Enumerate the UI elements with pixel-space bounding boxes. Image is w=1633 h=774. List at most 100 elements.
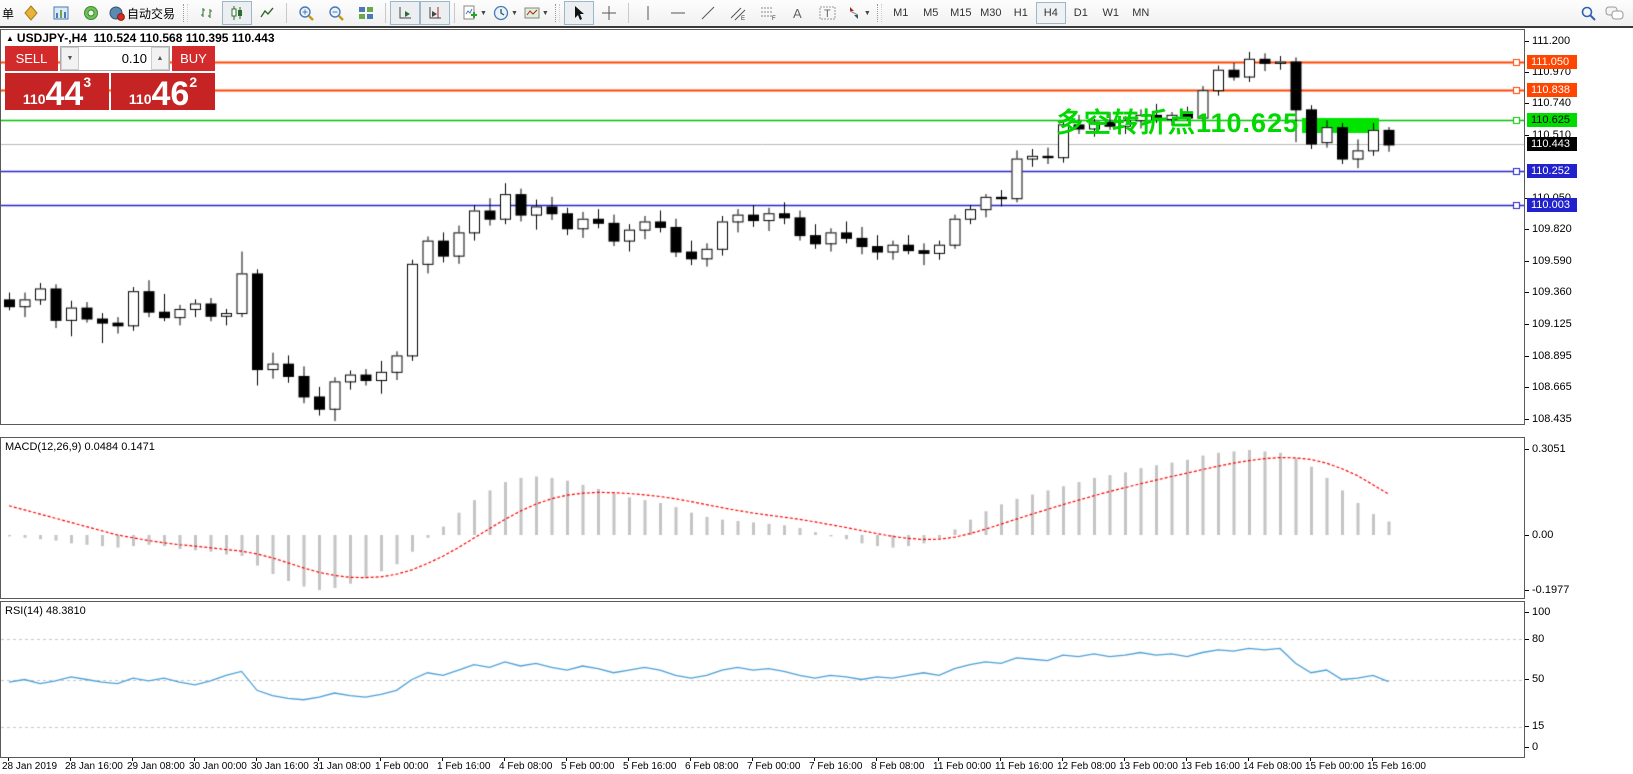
new-order-button[interactable] [16, 1, 46, 25]
dropdown-arrow-icon: ▼ [864, 10, 871, 17]
collapse-arrow-icon[interactable]: ▲ [6, 34, 14, 43]
macd-canvas[interactable] [1, 438, 1524, 598]
toolbar-grip [877, 4, 882, 22]
zoom-in-button[interactable] [291, 1, 321, 25]
time-axis-label: 14 Feb 08:00 [1243, 761, 1302, 772]
channel-icon: E [729, 5, 747, 21]
timeframe-d1[interactable]: D1 [1066, 2, 1096, 24]
dropdown-arrow-icon: ▼ [542, 10, 549, 17]
rsi-canvas[interactable] [1, 602, 1524, 757]
rsi-axis-tick [1525, 726, 1529, 727]
macd-axis-tick-label: 0.3051 [1532, 443, 1566, 455]
price-chart-canvas[interactable] [1, 30, 1524, 424]
buy-price-prefix: 110 [129, 91, 152, 107]
sound-button[interactable] [76, 1, 106, 25]
timeframe-m30[interactable]: M30 [976, 2, 1006, 24]
horizontal-line-button[interactable] [663, 1, 693, 25]
cursor-button[interactable] [564, 1, 594, 25]
toolbar: 单 自动交易 [0, 0, 1633, 28]
buy-price-button[interactable]: 110462 [111, 73, 215, 110]
sell-price-button[interactable]: 110443 [5, 73, 109, 110]
macd-panel[interactable]: MACD(12,26,9) 0.0484 0.1471 [0, 437, 1525, 599]
macd-axis-tick [1525, 535, 1529, 536]
vertical-line-button[interactable] [633, 1, 663, 25]
chart-symbol: USDJPY-,H4 [17, 31, 87, 45]
charts-window-button[interactable] [46, 1, 76, 25]
cursor-icon [572, 5, 586, 21]
macd-label: MACD(12,26,9) 0.0484 0.1471 [5, 441, 155, 453]
tile-windows-icon [358, 5, 374, 21]
autotrading-button[interactable]: 自动交易 [106, 1, 180, 25]
rsi-axis-tick-label: 15 [1532, 720, 1544, 732]
indicators-button[interactable]: ▼ [459, 1, 490, 25]
fibonacci-button[interactable]: F [753, 1, 783, 25]
rsi-axis-tick-label: 100 [1532, 606, 1550, 618]
trendline-icon [700, 5, 716, 21]
timeframe-mn[interactable]: MN [1126, 2, 1156, 24]
rsi-panel[interactable]: RSI(14) 48.3810 [0, 601, 1525, 758]
timeframe-h4[interactable]: H4 [1036, 2, 1066, 24]
search-icon[interactable] [1580, 5, 1597, 22]
price-axis-badge: 110.003 [1527, 198, 1577, 212]
rsi-value: 48.3810 [46, 605, 86, 617]
sell-button[interactable]: SELL [5, 46, 58, 71]
price-chart-panel[interactable] [0, 29, 1525, 425]
timeframe-w1[interactable]: W1 [1096, 2, 1126, 24]
price-axis-tick-label: 109.590 [1532, 255, 1572, 267]
arrows-button[interactable]: ▼ [843, 1, 874, 25]
rsi-label: RSI(14) 48.3810 [5, 605, 86, 617]
timeframe-h1[interactable]: H1 [1006, 2, 1036, 24]
auto-scroll-button[interactable] [390, 1, 420, 25]
lot-size-value[interactable]: 0.10 [79, 47, 151, 70]
arrows-icon [846, 5, 862, 21]
price-axis-badge: 110.625 [1527, 113, 1577, 127]
time-axis-label: 30 Jan 16:00 [251, 761, 309, 772]
price-axis-badge: 110.443 [1527, 137, 1577, 151]
text-icon: A [791, 5, 805, 21]
candlestick-chart-button[interactable] [222, 1, 252, 25]
lot-decrease-button[interactable]: ▼ [61, 47, 79, 70]
time-axis-label: 7 Feb 16:00 [809, 761, 862, 772]
lot-increase-button[interactable]: ▲ [151, 47, 169, 70]
pivot-annotation: 多空转折点110.625 [1056, 101, 1299, 140]
macd-axis-tick [1525, 449, 1529, 450]
price-axis-tick [1525, 72, 1529, 73]
bar-chart-icon [199, 5, 215, 21]
chart-shift-button[interactable] [420, 1, 450, 25]
timeframe-m1[interactable]: M1 [886, 2, 916, 24]
price-axis-badge: 110.838 [1527, 83, 1577, 97]
chat-icon[interactable] [1605, 5, 1625, 21]
sound-icon [83, 5, 99, 21]
timeframe-m15[interactable]: M15 [946, 2, 976, 24]
line-chart-button[interactable] [252, 1, 282, 25]
time-axis-label: 7 Feb 00:00 [747, 761, 800, 772]
new-order-label[interactable]: 单 [2, 5, 14, 22]
trendline-button[interactable] [693, 1, 723, 25]
time-axis-label: 4 Feb 08:00 [499, 761, 552, 772]
toolbar-grip [183, 4, 188, 22]
zoom-out-button[interactable] [321, 1, 351, 25]
crosshair-button[interactable] [594, 1, 624, 25]
templates-button[interactable]: ▼ [521, 1, 552, 25]
auto-scroll-icon [397, 5, 413, 21]
price-axis-tick-label: 109.125 [1532, 318, 1572, 330]
tile-windows-button[interactable] [351, 1, 381, 25]
periods-button[interactable]: ▼ [490, 1, 521, 25]
channel-button[interactable]: E [723, 1, 753, 25]
sell-price-big: 44 [45, 79, 83, 109]
chart-shift-icon [427, 5, 443, 21]
price-axis-tick [1525, 419, 1529, 420]
toolbar-separator [628, 3, 629, 23]
text-label-button[interactable]: T [813, 1, 843, 25]
text-button[interactable]: A [783, 1, 813, 25]
templates-icon [524, 5, 540, 21]
time-axis-label: 15 Feb 16:00 [1367, 761, 1426, 772]
price-axis-tick-label: 108.895 [1532, 350, 1572, 362]
timeframe-m5[interactable]: M5 [916, 2, 946, 24]
sell-price-prefix: 110 [23, 91, 46, 107]
buy-button[interactable]: BUY [172, 46, 215, 71]
time-axis-label: 11 Feb 16:00 [995, 761, 1053, 772]
price-axis-tick-label: 109.820 [1532, 223, 1572, 235]
price-axis-tick [1525, 356, 1529, 357]
bar-chart-button[interactable] [192, 1, 222, 25]
